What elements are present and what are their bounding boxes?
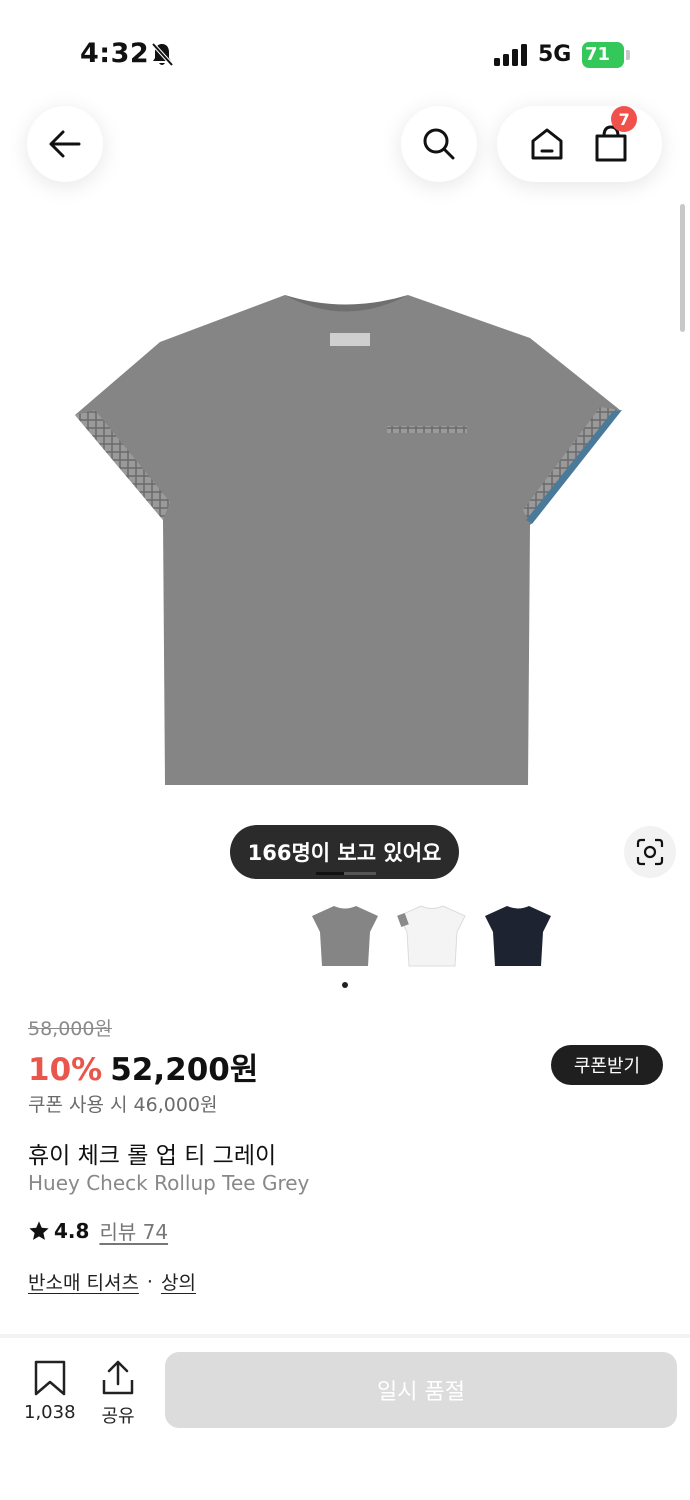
rating-value: 4.8 [54,1218,90,1243]
gallery-pager [316,872,376,875]
search-icon [423,128,455,160]
color-option-white[interactable] [394,898,470,974]
cart-button[interactable]: 7 [591,106,638,164]
network-label: 5G [538,42,572,67]
soldout-button[interactable]: 일시 품절 [165,1352,677,1428]
lens-search-icon [636,838,664,866]
selected-color-indicator [342,982,348,988]
cellular-signal-icon [494,44,527,66]
category-breadcrumb: 반소매 티셔츠 · 상의 [28,1268,196,1295]
bookmark-button[interactable]: 1,038 [24,1360,76,1423]
viewers-count-pill: 166명이 보고 있어요 [230,825,459,879]
bell-slash-icon [151,42,174,67]
share-icon [102,1360,134,1395]
category-link-short-sleeve[interactable]: 반소매 티셔츠 [28,1268,139,1295]
discount-rate: 10% [28,1052,103,1088]
visual-search-button[interactable] [624,826,676,878]
coupon-price: 쿠폰 사용 시 46,000원 [28,1094,218,1116]
product-image[interactable] [60,280,630,800]
product-name: 휴이 체크 롤 업 티 그레이 [28,1143,277,1169]
white-tee-thumbnail [397,905,466,967]
product-name-english: Huey Check Rollup Tee Grey [28,1171,310,1195]
back-button[interactable] [27,106,103,182]
original-price: 58,000원 [28,1018,112,1040]
home-cart-group: 7 [497,106,662,182]
category-link-tops[interactable]: 상의 [161,1268,196,1295]
share-label: 공유 [101,1406,135,1427]
navy-tee-thumbnail [485,906,551,966]
status-bar: 4:32 5G 71 [0,0,690,90]
color-option-navy[interactable] [480,898,556,974]
bookmark-count: 1,038 [24,1402,76,1423]
search-button[interactable] [401,106,477,182]
rating-row: 4.8 리뷰 74 [28,1216,168,1245]
back-arrow-icon [49,130,81,158]
home-icon[interactable] [528,125,566,163]
status-time: 4:32 [80,38,150,69]
get-coupon-button[interactable]: 쿠폰받기 [551,1045,663,1085]
battery-icon: 71 [582,42,630,68]
cart-count-badge: 7 [611,106,638,132]
category-separator: · [146,1270,153,1293]
share-button[interactable]: 공유 [100,1360,136,1428]
battery-level: 71 [585,44,611,65]
bookmark-icon [34,1360,66,1396]
scroll-indicator[interactable] [680,204,685,332]
sale-price: 52,200원 [110,1052,259,1088]
grey-tee-thumbnail [312,906,378,966]
color-option-grey[interactable] [307,898,383,974]
review-link[interactable]: 리뷰 74 [99,1216,168,1245]
price-row: 10% 52,200원 [28,1044,258,1089]
star-icon [29,1220,49,1240]
